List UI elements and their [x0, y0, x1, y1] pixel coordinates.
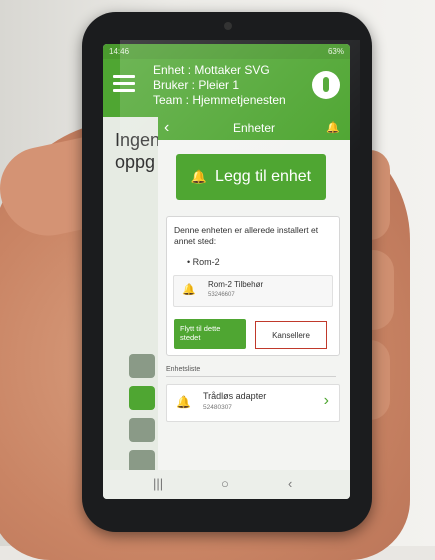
device-list-label: Enhetsliste	[166, 366, 336, 377]
panel-title: Enheter	[232, 121, 276, 135]
system-nav-bar: ||| ○ ‹	[103, 470, 350, 499]
add-device-button[interactable]: 🔔 Legg til enhet	[176, 154, 326, 200]
side-button-active[interactable]	[129, 386, 155, 410]
notice-message: Denne enheten er allerede installert et …	[174, 225, 319, 246]
menu-icon[interactable]	[113, 75, 135, 92]
camera-icon	[224, 22, 232, 30]
back-icon[interactable]: ‹	[288, 476, 292, 491]
devices-header: ‹ Enheter 🔔	[158, 116, 350, 140]
phone-screen: 14:46 63% Enhet : Mottaker SVG Bruker : …	[103, 44, 350, 499]
list-item[interactable]: 🔔 Trådløs adapter 52480307 ›	[166, 384, 340, 422]
background-text: oppg	[115, 152, 156, 172]
user-line: Bruker : Pleier 1	[153, 78, 240, 92]
cancel-button[interactable]: Kansellere	[255, 321, 327, 349]
chevron-right-icon: ›	[323, 392, 329, 409]
add-device-label: Legg til enhet	[215, 168, 312, 185]
move-here-button[interactable]: Flytt til dette stedet	[174, 319, 246, 349]
device-id: 53246607	[208, 292, 235, 298]
background-text: Ingen	[115, 130, 161, 150]
app-info: Enhet : Mottaker SVG Bruker : Pleier 1 T…	[153, 63, 286, 108]
status-bar: 14:46 63%	[103, 44, 350, 59]
side-button[interactable]	[129, 418, 155, 442]
already-installed-card: Denne enheten er allerede installert et …	[166, 216, 340, 356]
background-message: Ingen oppg	[115, 129, 160, 173]
app-logo-icon[interactable]	[312, 71, 340, 99]
bell-icon: 🔔	[182, 284, 196, 296]
bell-icon: 🔔	[176, 395, 191, 409]
list-item-name: Trådløs adapter	[203, 391, 267, 401]
app-bar: Enhet : Mottaker SVG Bruker : Pleier 1 T…	[103, 59, 350, 117]
team-line: Team : Hjemmetjenesten	[153, 93, 286, 107]
bell-icon[interactable]: 🔔	[326, 116, 340, 140]
device-name: Rom-2 Tilbehør	[208, 280, 264, 289]
unit-line: Enhet : Mottaker SVG	[153, 63, 270, 77]
side-button[interactable]	[129, 354, 155, 378]
list-item-id: 52480307	[203, 404, 232, 411]
home-icon[interactable]: ○	[221, 476, 229, 491]
status-time: 14:46	[109, 47, 130, 56]
add-bell-icon: 🔔	[190, 169, 208, 184]
recents-icon[interactable]: |||	[153, 476, 163, 491]
side-toolbar	[129, 354, 159, 482]
device-row[interactable]: 🔔 Rom-2 Tilbehør 53246607	[173, 275, 333, 307]
devices-panel: 🔔 Legg til enhet Denne enheten er allered…	[158, 140, 350, 470]
notice-location: • Rom-2	[187, 257, 220, 267]
battery-level: 63%	[327, 47, 344, 56]
